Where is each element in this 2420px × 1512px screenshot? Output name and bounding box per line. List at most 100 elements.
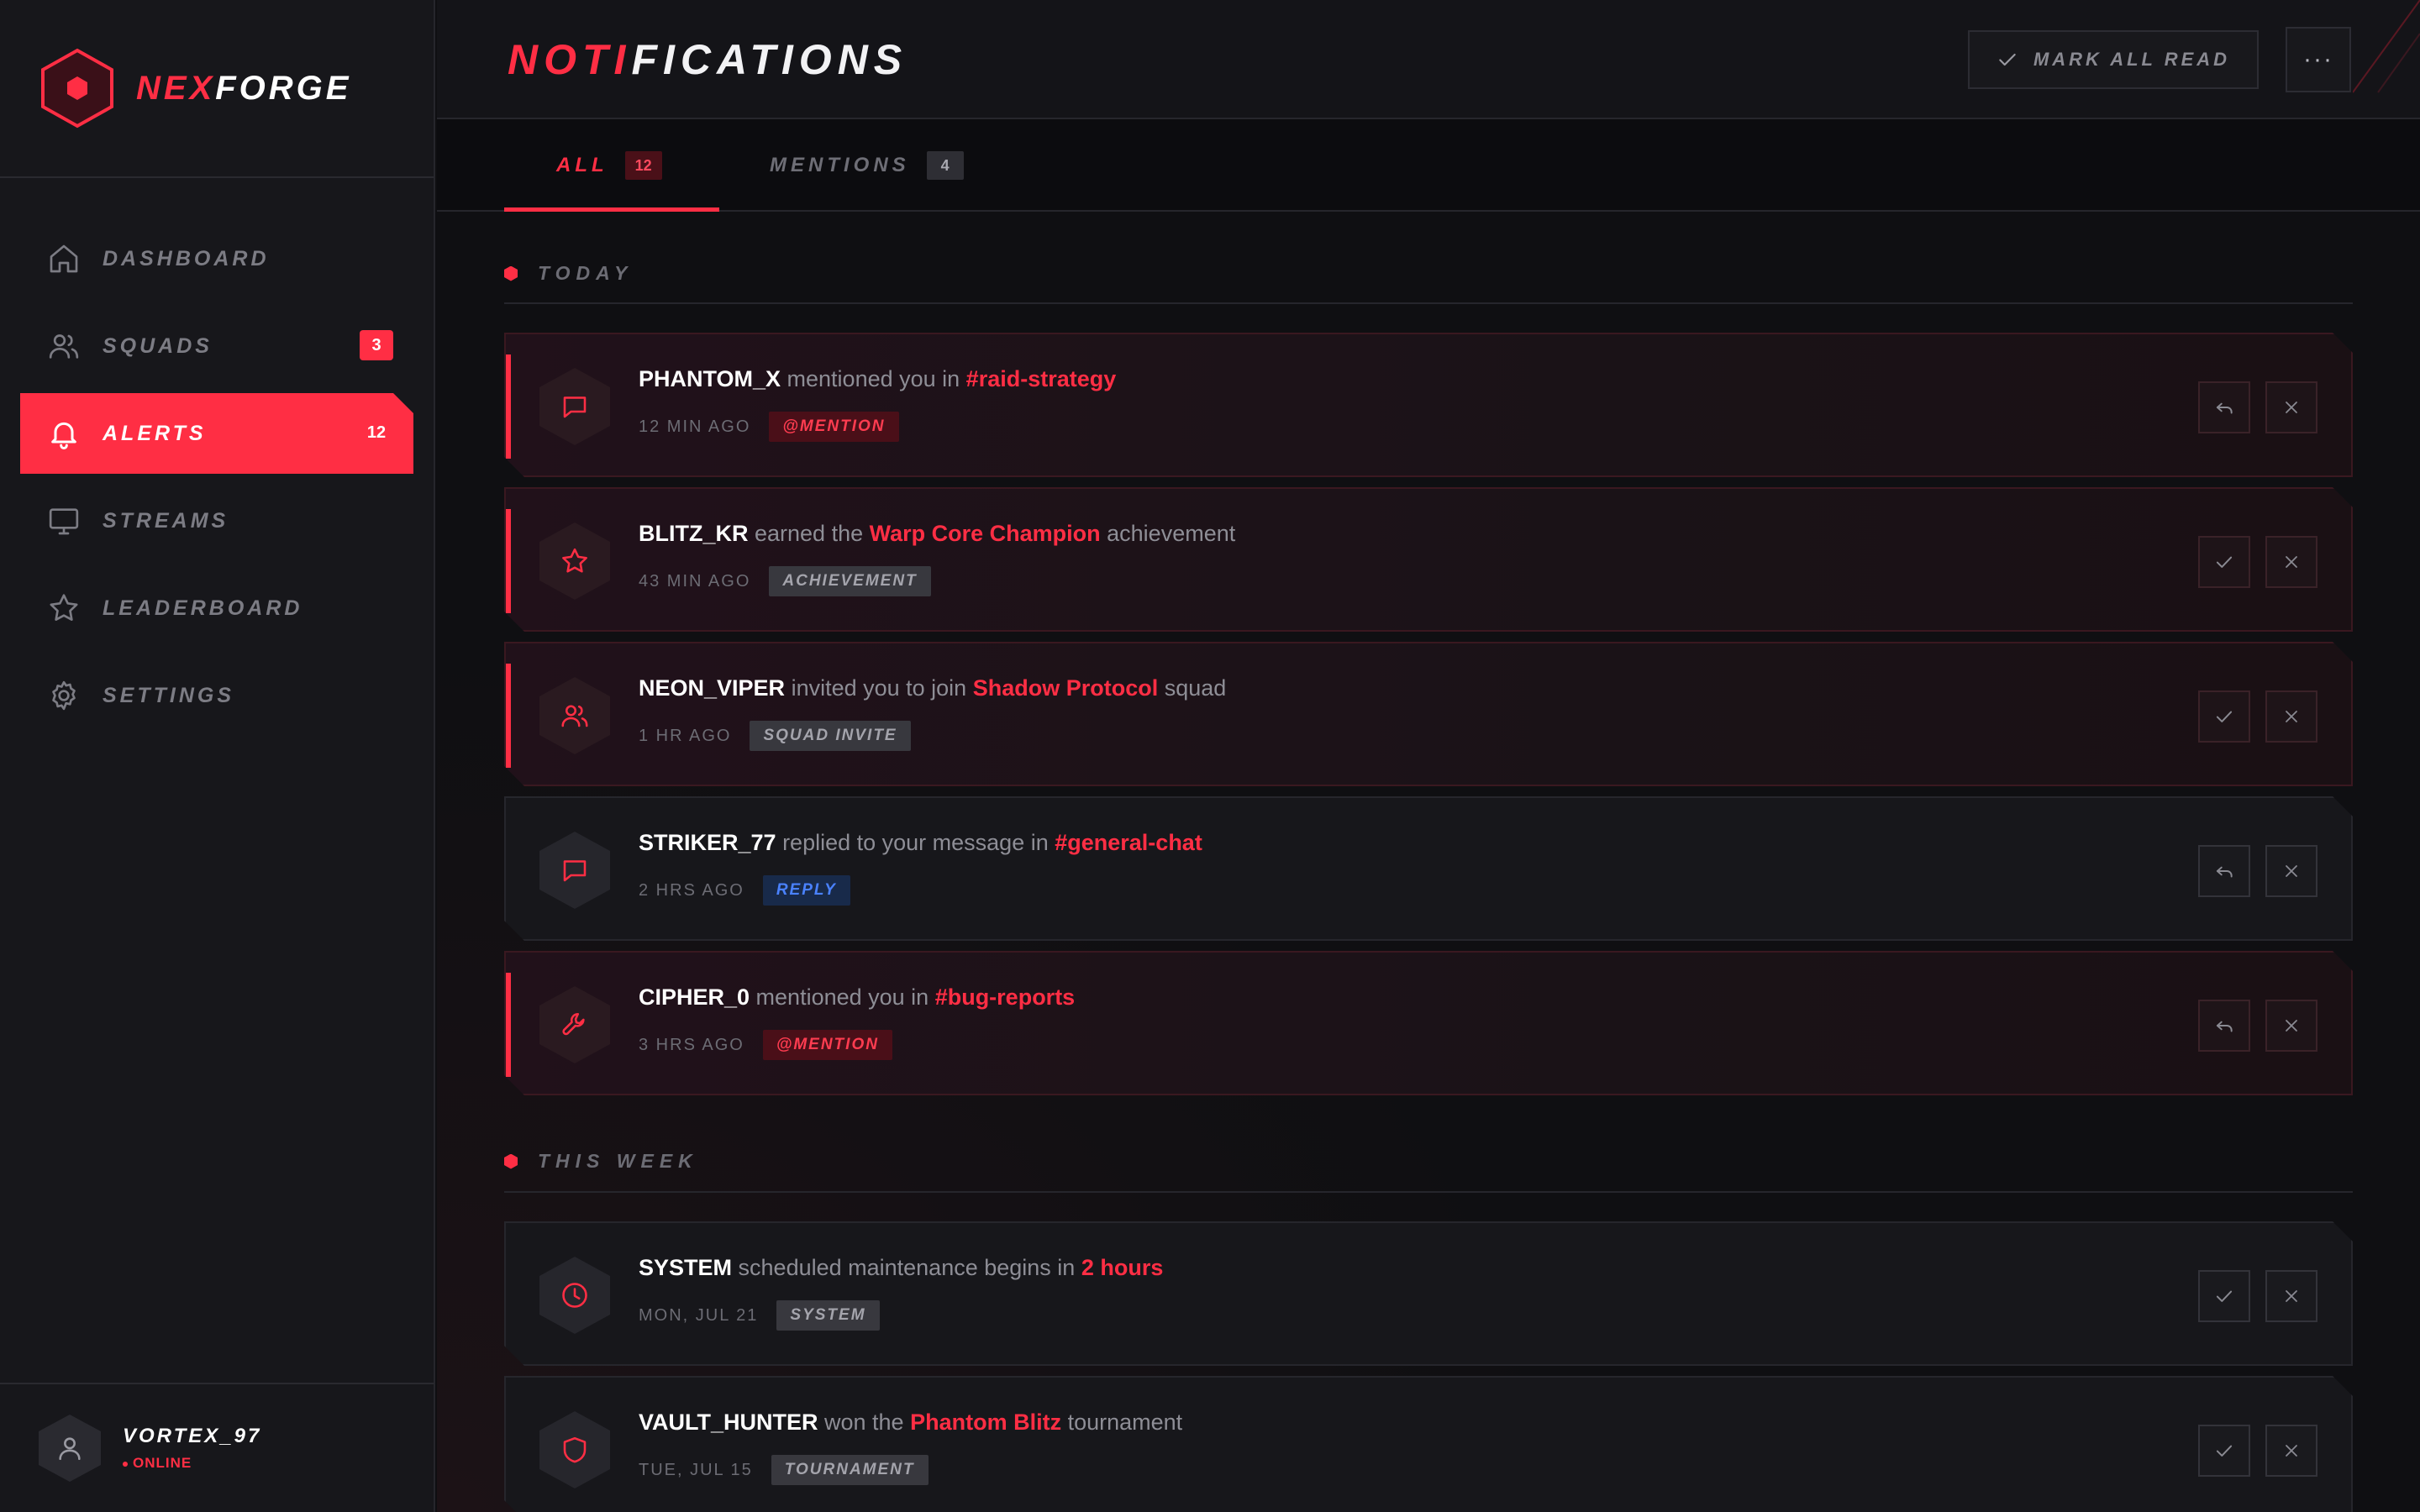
sidebar-item-alerts[interactable]: ALERTS 12	[20, 393, 413, 474]
sidebar-item-streams[interactable]: STREAMS	[20, 480, 413, 561]
notification-card[interactable]: PHANTOM_X mentioned you in #raid-strateg…	[504, 333, 2353, 477]
sidebar-item-leaderboard[interactable]: LEADERBOARD	[20, 568, 413, 648]
notification-card[interactable]: STRIKER_77 replied to your message in #g…	[504, 796, 2353, 941]
username: VORTEX_97	[123, 1425, 262, 1447]
notification-message: STRIKER_77 replied to your message in #g…	[639, 830, 1202, 856]
notification-user[interactable]: PHANTOM_X	[639, 366, 781, 391]
squads-count-badge: 3	[360, 330, 393, 360]
notification-time: 1 HR AGO	[639, 726, 732, 745]
dismiss-button[interactable]	[2265, 536, 2317, 588]
sidebar-item-label: STREAMS	[103, 508, 229, 533]
sidebar-item-dashboard[interactable]: DASHBOARD	[20, 218, 413, 299]
notification-message: BLITZ_KR earned the Warp Core Champion a…	[639, 521, 1235, 547]
dismiss-button[interactable]	[2265, 845, 2317, 897]
sidebar-item-label: SETTINGS	[103, 683, 235, 707]
notification-highlight-link[interactable]: Shadow Protocol	[973, 675, 1159, 701]
close-icon	[2281, 1016, 2302, 1036]
notification-text: squad	[1158, 675, 1227, 701]
dismiss-button[interactable]	[2265, 1270, 2317, 1322]
sidebar-item-squads[interactable]: SQUADS 3	[20, 306, 413, 386]
check-icon	[2213, 551, 2235, 573]
notification-time: 2 HRS AGO	[639, 880, 744, 900]
dismiss-button[interactable]	[2265, 381, 2317, 433]
notification-highlight-link[interactable]: #general-chat	[1055, 830, 1202, 855]
notification-user[interactable]: VAULT_HUNTER	[639, 1410, 818, 1435]
wrench-icon	[539, 986, 610, 1063]
notification-highlight-link[interactable]: Phantom Blitz	[910, 1410, 1061, 1435]
star-icon	[45, 590, 82, 627]
tab-label: ALL	[556, 154, 608, 176]
notification-highlight-link[interactable]: 2 hours	[1081, 1255, 1164, 1280]
dismiss-button[interactable]	[2265, 1425, 2317, 1477]
more-options-button[interactable]: ···	[2286, 27, 2351, 92]
notification-user[interactable]: STRIKER_77	[639, 830, 776, 855]
notification-tag-badge: SYSTEM	[776, 1300, 879, 1331]
mark-all-read-button[interactable]: MARK ALL READ	[1968, 30, 2259, 89]
dismiss-button[interactable]	[2265, 1000, 2317, 1052]
accept-button[interactable]	[2198, 536, 2250, 588]
accept-button[interactable]	[2198, 1270, 2250, 1322]
monitor-icon	[45, 502, 82, 539]
reply-button[interactable]	[2198, 381, 2250, 433]
check-icon	[2213, 1285, 2235, 1307]
close-icon	[2281, 1441, 2302, 1461]
clock-icon	[539, 1257, 610, 1334]
reply-icon	[2213, 396, 2235, 418]
notification-card[interactable]: VAULT_HUNTER won the Phantom Blitz tourn…	[504, 1376, 2353, 1512]
accept-button[interactable]	[2198, 690, 2250, 743]
check-icon	[1996, 49, 2018, 71]
page-title: NOTIFICATIONS	[508, 36, 908, 83]
notification-highlight-link[interactable]: #bug-reports	[935, 984, 1076, 1010]
notification-tag-badge: @MENTION	[769, 412, 898, 442]
divider	[504, 302, 2353, 304]
section-header-this-week: THIS WEEK	[504, 1150, 2353, 1173]
accept-button[interactable]	[2198, 1425, 2250, 1477]
notification-text: achievement	[1100, 521, 1236, 546]
sidebar-nav: DASHBOARD SQUADS 3 ALERTS 12 STREAMS LEA…	[0, 178, 434, 736]
notification-text: replied to your message in	[776, 830, 1055, 855]
alerts-count-badge: 12	[366, 423, 387, 442]
notification-highlight-link[interactable]: Warp Core Champion	[870, 521, 1101, 546]
notification-card[interactable]: BLITZ_KR earned the Warp Core Champion a…	[504, 487, 2353, 632]
reply-button[interactable]	[2198, 845, 2250, 897]
notification-message: NEON_VIPER invited you to join Shadow Pr…	[639, 675, 1226, 701]
home-icon	[45, 240, 82, 277]
tab-mentions[interactable]: MENTIONS 4	[770, 119, 988, 212]
notification-tag-badge: @MENTION	[763, 1030, 892, 1060]
divider	[504, 1191, 2353, 1193]
notification-text: mentioned you in	[781, 366, 966, 391]
online-status: ONLINE	[123, 1455, 261, 1472]
user-profile[interactable]: VORTEX_97 ONLINE	[0, 1383, 434, 1512]
more-icon: ···	[2303, 45, 2333, 73]
section-marker-icon	[504, 265, 518, 281]
tab-count-badge: 12	[624, 151, 662, 180]
notification-text: tournament	[1061, 1410, 1183, 1435]
notification-user[interactable]: BLITZ_KR	[639, 521, 749, 546]
notification-card[interactable]: SYSTEM scheduled maintenance begins in 2…	[504, 1221, 2353, 1366]
notification-card[interactable]: NEON_VIPER invited you to join Shadow Pr…	[504, 642, 2353, 786]
users-icon	[45, 328, 82, 365]
sidebar-item-settings[interactable]: SETTINGS	[20, 655, 413, 736]
sidebar: NEXFORGE DASHBOARD SQUADS 3 ALERTS 12 ST…	[0, 0, 435, 1512]
logo[interactable]: NEXFORGE	[0, 0, 434, 178]
notification-text: mentioned you in	[750, 984, 935, 1010]
notification-tag-badge: REPLY	[763, 875, 850, 906]
avatar	[39, 1415, 101, 1482]
dismiss-button[interactable]	[2265, 690, 2317, 743]
corner-decoration-icon	[2353, 0, 2420, 93]
tab-all[interactable]: ALL 12	[504, 119, 719, 212]
hexagon-logo-icon	[40, 48, 114, 129]
notification-time: 43 MIN AGO	[639, 571, 751, 591]
notification-card[interactable]: CIPHER_0 mentioned you in #bug-reports 3 …	[504, 951, 2353, 1095]
notification-highlight-link[interactable]: #raid-strategy	[966, 366, 1117, 391]
notification-user[interactable]: CIPHER_0	[639, 984, 750, 1010]
notification-user[interactable]: NEON_VIPER	[639, 675, 785, 701]
reply-button[interactable]	[2198, 1000, 2250, 1052]
sidebar-item-label: SQUADS	[103, 333, 213, 358]
users-icon	[539, 677, 610, 754]
notification-message: SYSTEM scheduled maintenance begins in 2…	[639, 1255, 1163, 1281]
check-icon	[2213, 1440, 2235, 1462]
notification-user[interactable]: SYSTEM	[639, 1255, 732, 1280]
reply-icon	[2213, 860, 2235, 882]
notification-time: 3 HRS AGO	[639, 1035, 744, 1054]
